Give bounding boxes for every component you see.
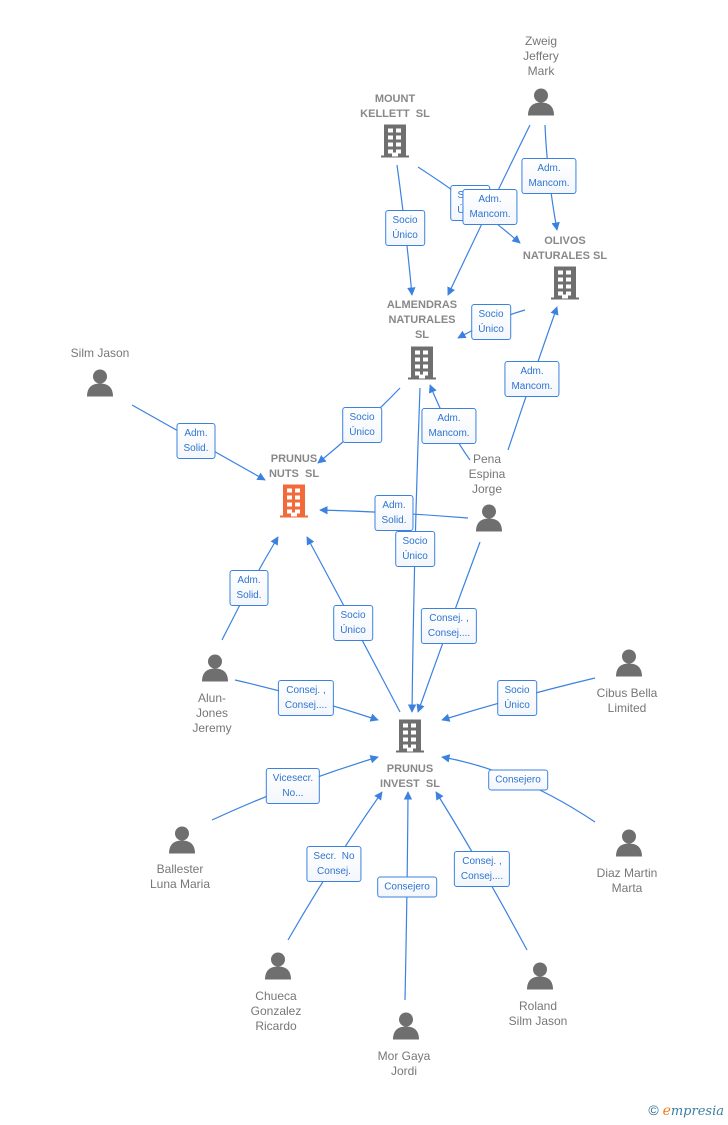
- person-icon-mor[interactable]: [391, 1011, 421, 1046]
- edge-label-almendras-invest[interactable]: Socio Único: [395, 531, 435, 567]
- edge-label-silm-nuts[interactable]: Adm. Solid.: [176, 423, 216, 459]
- node-label-invest[interactable]: PRUNUS INVEST SL: [380, 762, 440, 792]
- node-label-nuts[interactable]: PRUNUS NUTS SL: [269, 452, 319, 482]
- network-diagram: © empresia Zweig Jeffery Mark MOUNT KELLE…: [0, 0, 728, 1125]
- edge-label-pena-olivos[interactable]: Adm. Mancom.: [504, 361, 560, 397]
- node-label-alun[interactable]: Alun- Jones Jeremy: [192, 691, 231, 736]
- node-label-almendras[interactable]: ALMENDRAS NATURALES SL: [387, 298, 457, 343]
- person-icon-alun[interactable]: [200, 653, 230, 688]
- node-label-zweig[interactable]: Zweig Jeffery Mark: [523, 34, 559, 79]
- person-icon-roland[interactable]: [525, 961, 555, 996]
- person-icon-ballester[interactable]: [167, 825, 197, 860]
- edge-label-roland-invest[interactable]: Consej. , Consej....: [453, 851, 511, 887]
- edge-label-zweig-almendras[interactable]: Adm. Mancom.: [462, 189, 518, 225]
- edge-label-mor-invest[interactable]: Consejero: [377, 876, 437, 898]
- building-icon-almendras[interactable]: [405, 345, 439, 386]
- edge-label-chueca-invest[interactable]: Secr. No Consej.: [306, 846, 362, 882]
- edge-label-invest-nuts[interactable]: Socio Único: [333, 605, 373, 641]
- edge-label-pena-almendras[interactable]: Adm. Mancom.: [421, 408, 477, 444]
- node-label-pena[interactable]: Pena Espina Jorge: [469, 452, 506, 497]
- brand-logo: e: [662, 1103, 671, 1119]
- building-icon-kellett[interactable]: [378, 123, 412, 164]
- edge-label-almendras-nuts[interactable]: Socio Único: [342, 407, 382, 443]
- person-icon-chueca[interactable]: [263, 951, 293, 986]
- edge-label-zweig-olivos[interactable]: Adm. Mancom.: [521, 158, 577, 194]
- person-icon-pena[interactable]: [474, 503, 504, 538]
- node-label-diaz[interactable]: Diaz Martin Marta: [597, 866, 658, 896]
- node-label-mor[interactable]: Mor Gaya Jordi: [378, 1049, 431, 1079]
- person-icon-zweig[interactable]: [526, 87, 556, 122]
- edge-label-diaz-invest[interactable]: Consejero: [488, 769, 548, 791]
- edges-layer: [131, 124, 596, 1001]
- node-label-chueca[interactable]: Chueca Gonzalez Ricardo: [251, 989, 302, 1034]
- node-label-silm[interactable]: Silm Jason: [71, 346, 130, 361]
- node-label-roland[interactable]: Roland Silm Jason: [509, 999, 568, 1029]
- building-icon-invest[interactable]: [393, 718, 427, 759]
- person-icon-diaz[interactable]: [614, 828, 644, 863]
- node-label-kellett[interactable]: MOUNT KELLETT SL: [360, 92, 430, 122]
- edge-label-pena-invest[interactable]: Consej. , Consej....: [420, 608, 478, 644]
- person-icon-silm[interactable]: [85, 368, 115, 403]
- node-label-ballester[interactable]: Ballester Luna Maria: [150, 862, 210, 892]
- node-label-olivos[interactable]: OLIVOS NATURALES SL: [523, 234, 607, 264]
- building-icon-olivos[interactable]: [548, 265, 582, 306]
- person-icon-cibus[interactable]: [614, 648, 644, 683]
- edge-label-pena-nuts[interactable]: Adm. Solid.: [374, 495, 414, 531]
- node-label-cibus[interactable]: Cibus Bella Limited: [597, 686, 658, 716]
- edge-label-cibus-invest[interactable]: Socio Único: [497, 680, 537, 716]
- edge-label-alun-nuts[interactable]: Adm. Solid.: [229, 570, 269, 606]
- edge-label-ballester-invest[interactable]: Vicesecr. No...: [265, 768, 321, 804]
- footer-copyright: © empresia: [648, 1102, 724, 1119]
- edge-label-alun-invest[interactable]: Consej. , Consej....: [277, 680, 335, 716]
- building-icon-nuts[interactable]: [277, 483, 311, 524]
- edge-label-kellett-almendras[interactable]: Socio Único: [385, 210, 425, 246]
- edge-label-olivos-almendras[interactable]: Socio Único: [471, 304, 511, 340]
